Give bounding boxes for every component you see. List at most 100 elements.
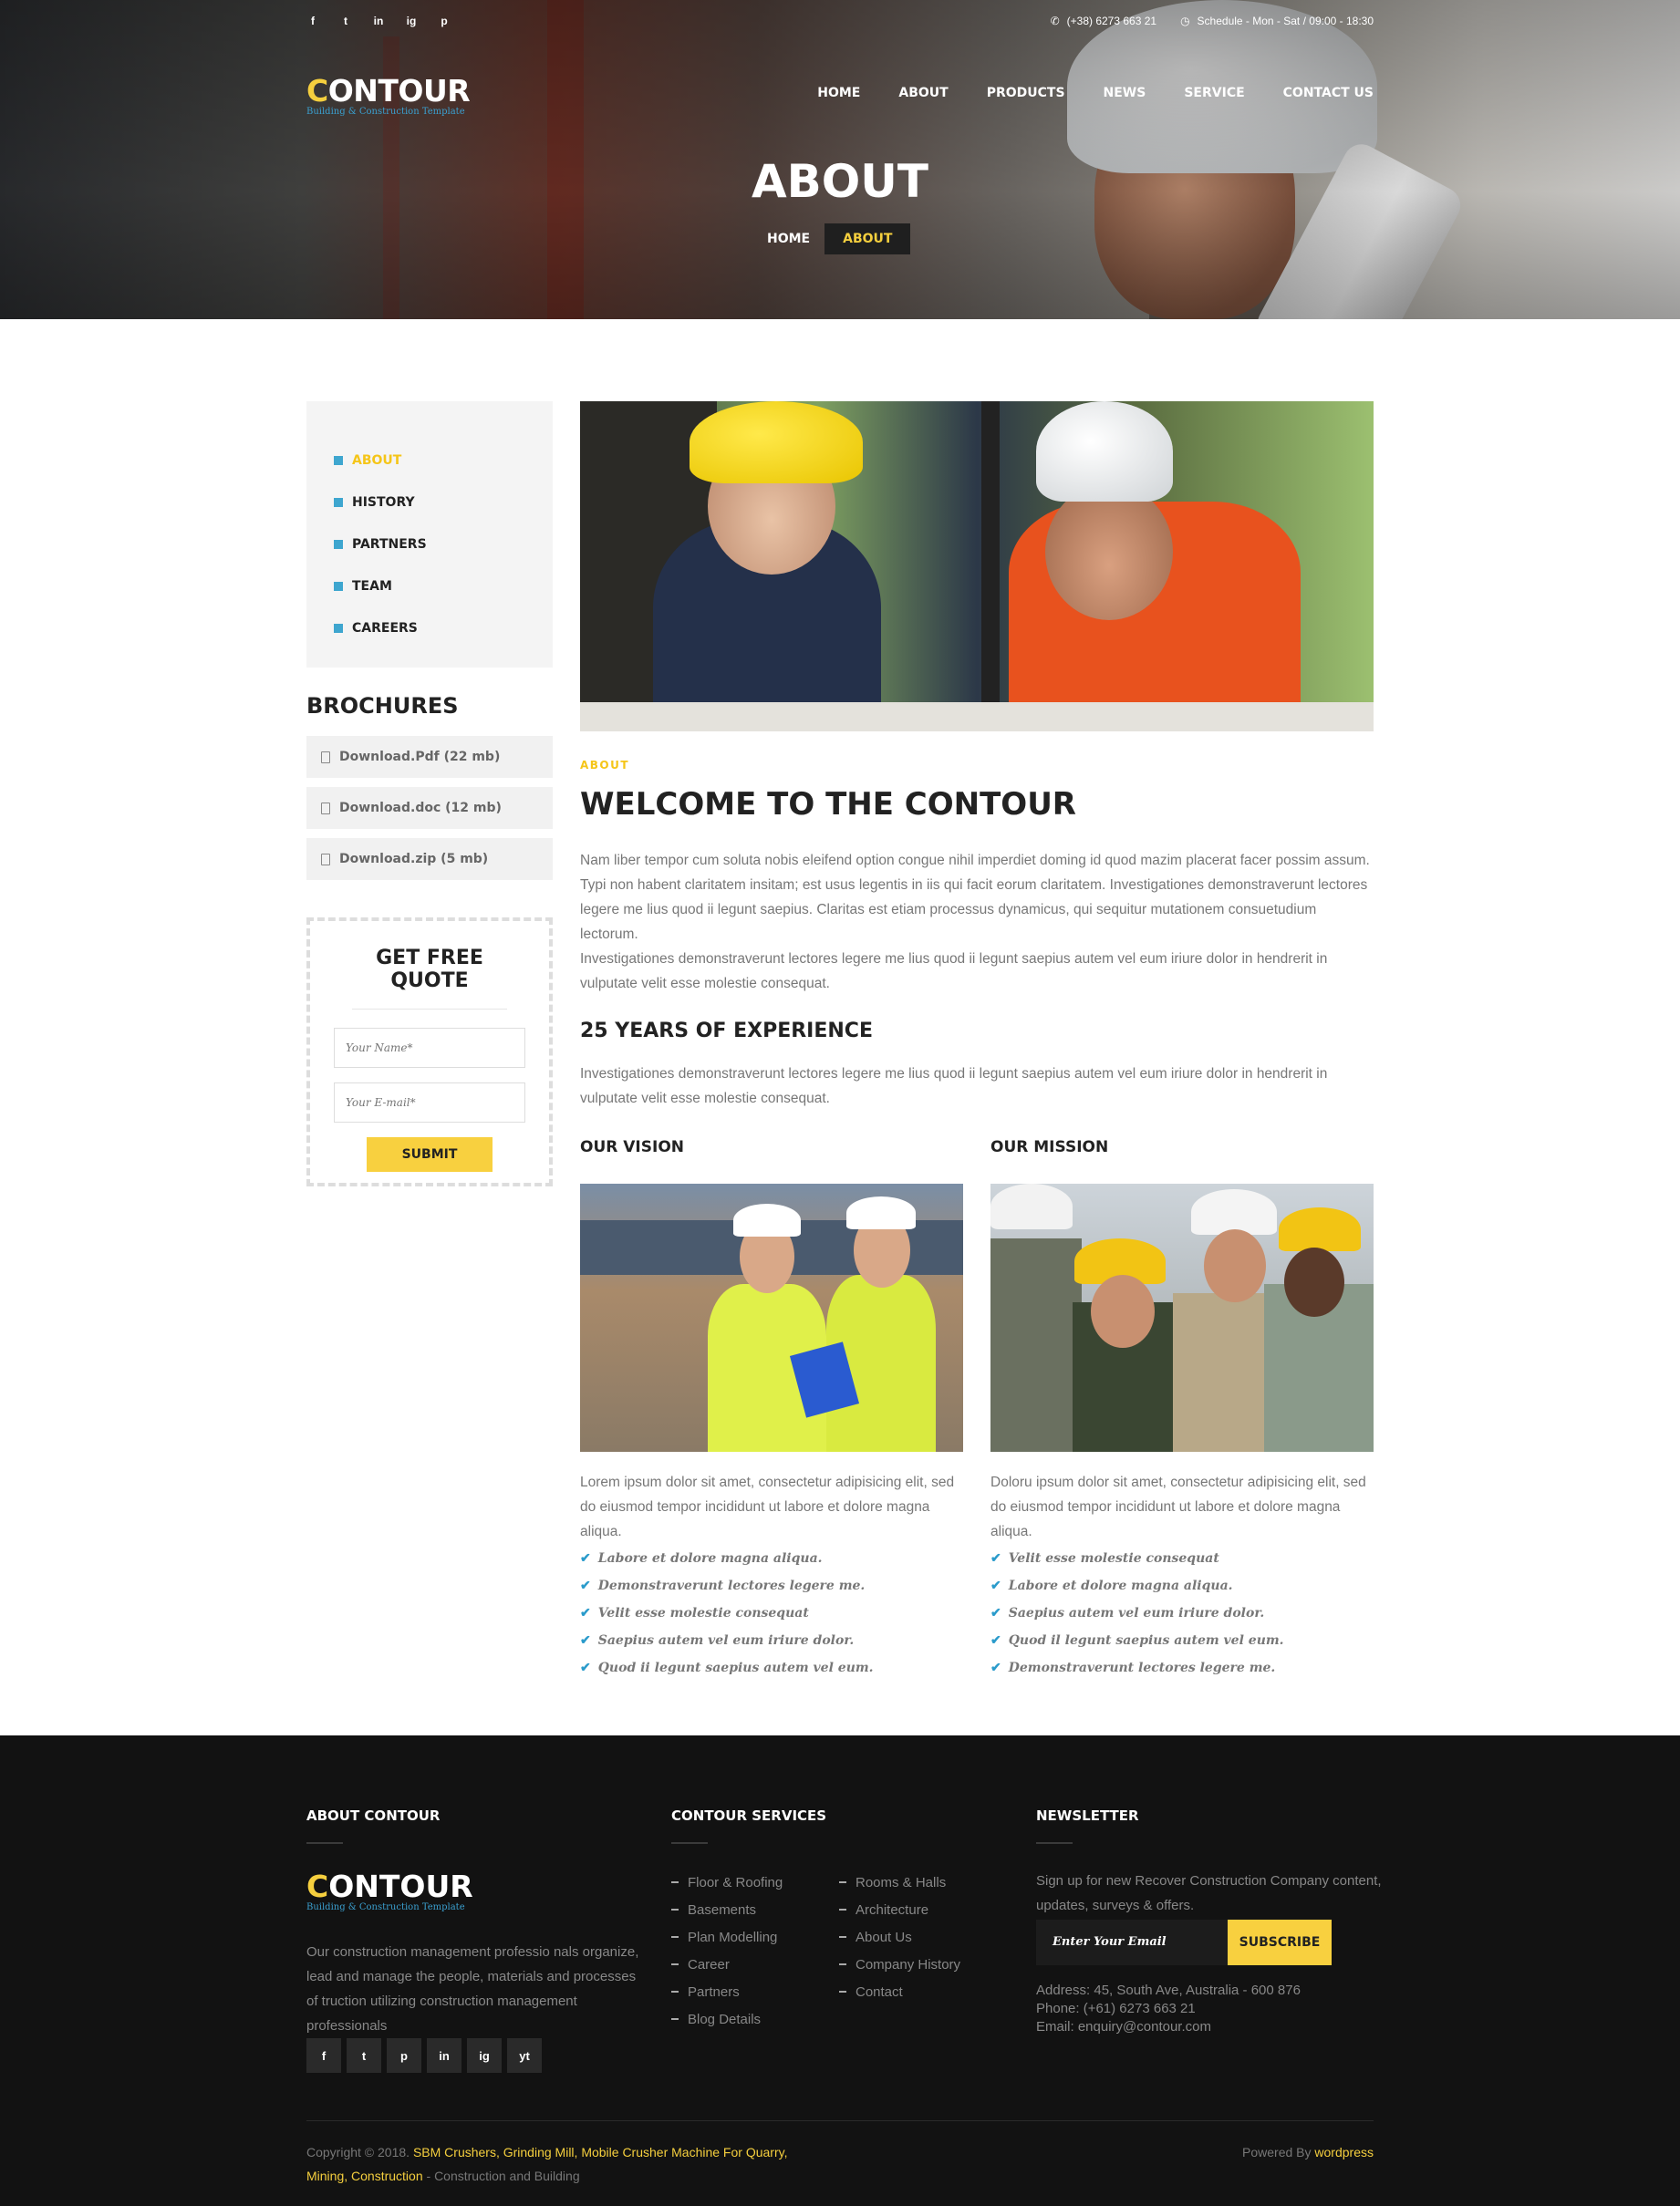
image-detail [690, 401, 863, 483]
file-icon [321, 853, 330, 865]
vision-text: Lorem ipsum dolor sit amet, consectetur … [580, 1475, 955, 1539]
welcome-heading: WELCOME TO THE CONTOUR [580, 786, 1076, 823]
brochure-zip-link[interactable]: Download.zip (5 mb) [306, 838, 553, 880]
facebook-icon[interactable]: f [306, 15, 319, 27]
brochure-pdf-link[interactable]: Download.Pdf (22 mb) [306, 736, 553, 778]
facebook-icon[interactable]: f [306, 2038, 341, 2073]
image-detail [1036, 401, 1173, 502]
list-item-text: Labore et dolore magna aliqua. [1008, 1579, 1233, 1593]
sidebar-item-label: PARTNERS [352, 537, 427, 552]
image-detail [1204, 1229, 1266, 1302]
bullet-square-icon [334, 540, 343, 549]
sidebar-item-label: ABOUT [352, 453, 402, 468]
footer-newsletter-title: NEWSLETTER [1036, 1807, 1139, 1824]
top-schedule: ◷ Schedule - Mon - Sat / 09:00 - 18:30 [1180, 15, 1374, 27]
footer-link[interactable]: Plan Modelling [671, 1923, 783, 1951]
linkedin-icon[interactable]: in [427, 2038, 461, 2073]
footer-link[interactable]: Basements [671, 1896, 783, 1923]
linkedin-icon[interactable]: in [372, 15, 385, 27]
footer-link[interactable]: Architecture [839, 1896, 960, 1923]
footer-link-label: Basements [688, 1901, 757, 1918]
dash-icon [839, 1909, 846, 1911]
footer-link[interactable]: Floor & Roofing [671, 1869, 783, 1896]
file-icon [321, 802, 330, 814]
footer-link[interactable]: Company History [839, 1951, 960, 1978]
intro-paragraph: Nam liber tempor cum soluta nobis eleife… [580, 853, 1370, 942]
footer-link[interactable]: About Us [839, 1923, 960, 1951]
nav-contact-us[interactable]: CONTACT US [1283, 86, 1374, 100]
list-item-text: Quod il legunt saepius autem vel eum. [1008, 1633, 1284, 1648]
nav-home[interactable]: HOME [817, 86, 860, 100]
nav-products[interactable]: PRODUCTS [987, 86, 1065, 100]
subscribe-button[interactable]: SUBSCRIBE [1228, 1920, 1332, 1965]
copyright: Copyright © 2018. SBM Crushers, Grinding… [306, 2140, 817, 2188]
footer-contact-info: Address: 45, South Ave, Australia - 600 … [1036, 1982, 1301, 2036]
sidebar-item-partners[interactable]: PARTNERS [334, 523, 553, 565]
sidebar-item-careers[interactable]: CAREERS [334, 607, 553, 649]
breadcrumb-home[interactable]: HOME [752, 223, 824, 254]
mission-image [990, 1184, 1374, 1452]
footer-link[interactable]: Partners [671, 1978, 783, 2005]
bullet-square-icon [334, 582, 343, 591]
footer-social-links: f t p in ig yt [306, 2038, 542, 2073]
powered-link[interactable]: wordpress [1314, 2145, 1374, 2159]
dash-icon [839, 1936, 846, 1938]
phone-icon: ✆ [1050, 15, 1060, 27]
pinterest-icon[interactable]: p [438, 15, 451, 27]
list-item-text: Demonstraverunt lectores legere me. [597, 1579, 866, 1593]
footer-divider [1036, 1842, 1073, 1844]
brochure-doc-link[interactable]: Download.doc (12 mb) [306, 787, 553, 829]
image-detail [1045, 483, 1173, 620]
image-detail [990, 1238, 1082, 1452]
brochure-label: Download.doc (12 mb) [339, 801, 502, 815]
sidebar-item-history[interactable]: HISTORY [334, 482, 553, 523]
nav-about[interactable]: ABOUT [898, 86, 948, 100]
footer-link[interactable]: Career [671, 1951, 783, 1978]
sidebar-item-team[interactable]: TEAM [334, 565, 553, 607]
youtube-icon[interactable]: yt [507, 2038, 542, 2073]
quote-divider [352, 1009, 507, 1010]
dash-icon [671, 1909, 679, 1911]
footer-bottom-divider [306, 2120, 1374, 2121]
twitter-icon[interactable]: t [347, 2038, 381, 2073]
list-item: ✔ Velit esse molestie consequat [990, 1545, 1374, 1572]
dash-icon [839, 1881, 846, 1883]
newsletter-text: Sign up for new Recover Construction Com… [1036, 1873, 1382, 1913]
vision-checklist: ✔ Labore et dolore magna aliqua. ✔ Demonst… [580, 1545, 963, 1682]
copyright-suffix: - Construction and Building [426, 2169, 580, 2183]
site-logo[interactable]: CONTOUR Building & Construction Template [306, 73, 471, 117]
mission-text: Doloru ipsum dolor sit amet, consectetur… [990, 1475, 1366, 1539]
logo-wordmark: CONTOUR [306, 1869, 473, 1904]
footer-logo[interactable]: CONTOUR Building & Construction Template [306, 1869, 473, 1912]
top-contact-info: ✆ (+38) 6273 663 21 ◷ Schedule - Mon - Sat… [1051, 15, 1374, 27]
pinterest-icon[interactable]: p [387, 2038, 421, 2073]
logo-first-letter: C [306, 73, 328, 109]
quote-submit-button[interactable]: SUBMIT [367, 1137, 493, 1172]
sidebar-item-about[interactable]: ABOUT [334, 440, 553, 482]
image-detail [846, 1196, 916, 1229]
sidebar-item-label: HISTORY [352, 495, 415, 510]
list-item: ✔ Demonstraverunt lectores legere me. [990, 1654, 1374, 1682]
twitter-icon[interactable]: t [339, 15, 352, 27]
sidebar-item-label: TEAM [352, 579, 392, 594]
vision-image [580, 1184, 963, 1452]
image-detail [1284, 1248, 1344, 1317]
instagram-icon[interactable]: ig [405, 15, 418, 27]
instagram-icon[interactable]: ig [467, 2038, 502, 2073]
site-footer: ABOUT CONTOUR CONTOUR SERVICES NEWSLETTE… [0, 1735, 1680, 2206]
footer-link[interactable]: Blog Details [671, 2005, 783, 2033]
list-item-text: Saepius autem vel eum iriure dolor. [597, 1633, 855, 1648]
logo-rest: ONTOUR [328, 1869, 473, 1904]
footer-link[interactable]: Contact [839, 1978, 960, 2005]
top-phone-text: (+38) 6273 663 21 [1066, 15, 1157, 27]
sidebar-item-label: CAREERS [352, 621, 418, 636]
quote-name-input[interactable] [334, 1028, 525, 1068]
nav-news[interactable]: NEWS [1104, 86, 1146, 100]
quote-email-input[interactable] [334, 1082, 525, 1123]
nav-service[interactable]: SERVICE [1184, 86, 1244, 100]
newsletter-email-input[interactable]: Enter Your Email [1036, 1920, 1228, 1965]
top-phone: ✆ (+38) 6273 663 21 [1051, 15, 1156, 27]
footer-link[interactable]: Rooms & Halls [839, 1869, 960, 1896]
image-detail [990, 1184, 1073, 1229]
breadcrumb: HOME ABOUT [752, 223, 911, 254]
